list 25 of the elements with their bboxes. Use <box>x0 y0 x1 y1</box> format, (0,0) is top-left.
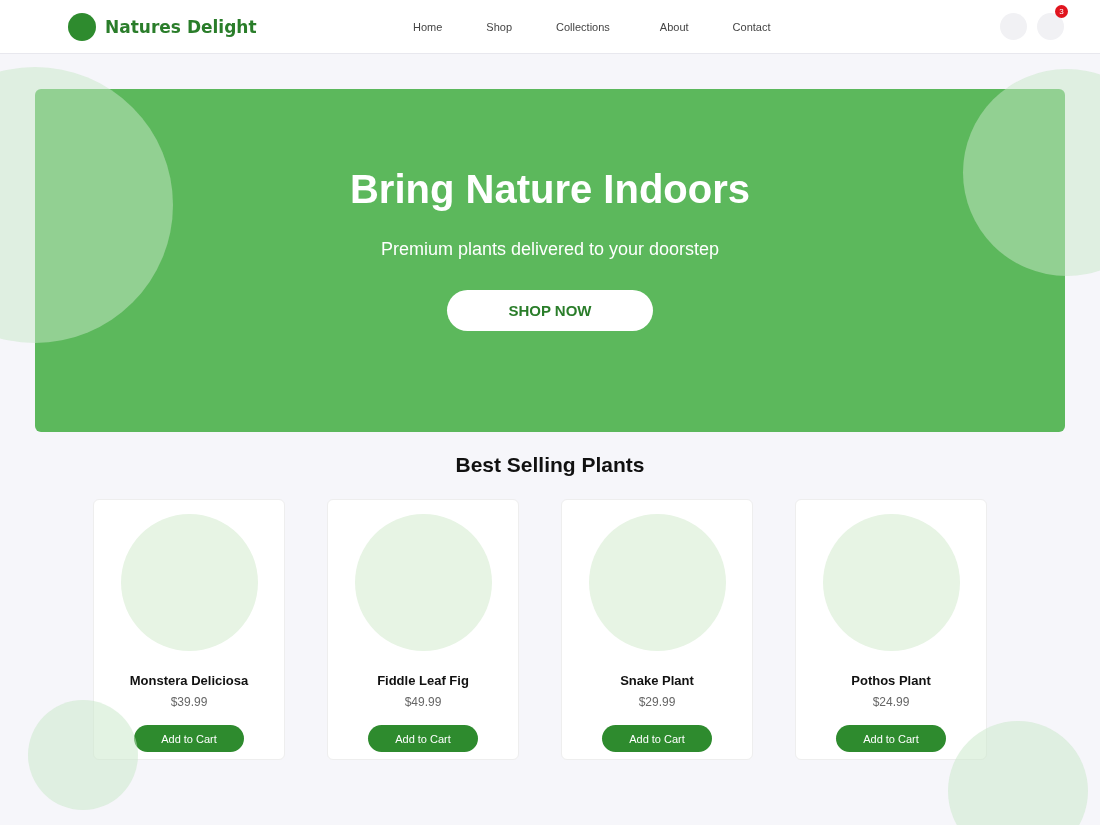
product-name: Fiddle Leaf Fig <box>377 673 469 688</box>
cart-button[interactable] <box>1037 13 1064 40</box>
nav-link[interactable]: About <box>637 20 711 33</box>
product-price: $24.99 <box>872 695 910 709</box>
product-name: Monstera Deliciosa <box>129 673 249 688</box>
hero-title: Bring Nature Indoors <box>350 167 750 212</box>
product-price: $29.99 <box>638 695 676 709</box>
add-to-cart-button[interactable]: Add to Cart <box>368 725 478 752</box>
product-price: $39.99 <box>170 695 208 709</box>
add-to-cart-button[interactable]: Add to Cart <box>602 725 712 752</box>
section-title: Best Selling Plants <box>454 453 646 477</box>
nav-link[interactable]: Home <box>391 20 465 33</box>
nav-link[interactable]: Collections <box>534 20 638 33</box>
add-to-cart-button[interactable]: Add to Cart <box>836 725 946 752</box>
product-name: Snake Plant <box>620 673 694 688</box>
product-name: Pothos Plant <box>851 673 931 688</box>
nav-link[interactable]: Contact <box>710 20 793 33</box>
logo-icon <box>68 12 96 41</box>
brand-name[interactable]: Natures Delight <box>105 16 257 37</box>
add-to-cart-button[interactable]: Add to Cart <box>134 725 244 752</box>
cart-count-badge: 3 <box>1055 5 1068 18</box>
nav-link[interactable]: Shop <box>464 20 535 33</box>
hero-subtitle: Premium plants delivered to your doorstep <box>380 239 720 260</box>
product-price: $49.99 <box>404 695 442 709</box>
shop-now-button[interactable]: SHOP NOW <box>447 290 653 331</box>
